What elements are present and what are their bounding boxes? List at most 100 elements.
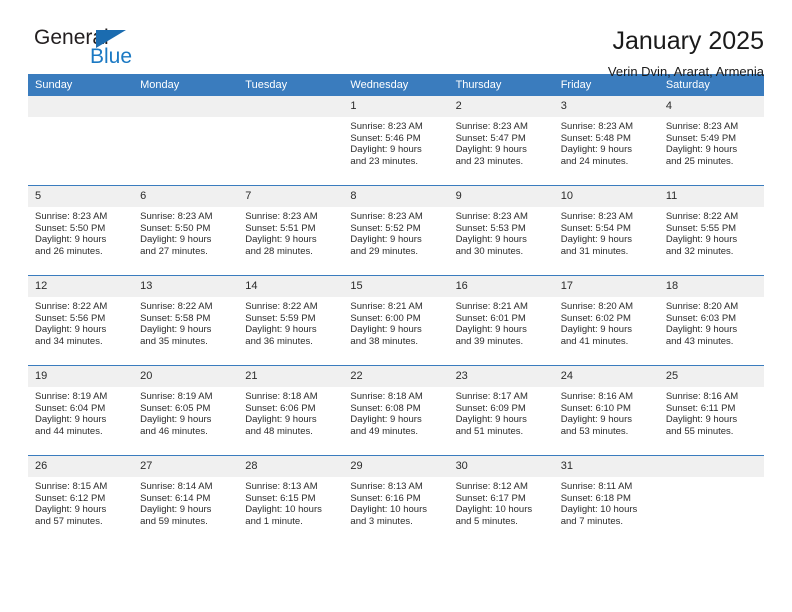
daylight-text-line2: and 27 minutes. xyxy=(140,245,208,257)
day-details: Sunrise: 8:11 AM Sunset: 6:18 PM Daylight:… xyxy=(554,477,659,527)
day-cell[interactable]: 9 Sunrise: 8:23 AM Sunset: 5:53 PM Daylight… xyxy=(448,185,554,276)
day-cell[interactable]: 19 Sunrise: 8:19 AM Sunset: 6:04 PM Dayligh… xyxy=(28,365,134,456)
day-cell-empty xyxy=(133,96,239,186)
day-cell[interactable]: 4 Sunrise: 8:23 AM Sunset: 5:49 PM Daylight… xyxy=(658,96,764,186)
day-cell[interactable]: 17 Sunrise: 8:20 AM Sunset: 6:02 PM Dayligh… xyxy=(553,275,659,366)
day-cell[interactable]: 20 Sunrise: 8:19 AM Sunset: 6:05 PM Dayligh… xyxy=(133,365,239,456)
sunrise-text: Sunrise: 8:13 AM xyxy=(350,481,423,492)
daylight-text-line1: Daylight: 9 hours xyxy=(140,324,212,336)
sunset-text: Sunset: 6:14 PM xyxy=(140,492,211,504)
day-cell[interactable]: 22 Sunrise: 8:18 AM Sunset: 6:08 PM Dayligh… xyxy=(343,365,449,456)
day-number: 19 xyxy=(28,366,134,387)
day-number: 7 xyxy=(238,186,344,207)
calendar-table: Sunday Monday Tuesday Wednesday Thursday… xyxy=(28,74,764,545)
sunset-text: Sunset: 6:17 PM xyxy=(455,492,526,504)
sunset-text: Sunset: 5:49 PM xyxy=(665,132,737,144)
day-number: 13 xyxy=(133,276,239,297)
day-details: Sunrise: 8:23 AM Sunset: 5:51 PM Daylight:… xyxy=(238,207,343,257)
sunset-text: Sunset: 5:51 PM xyxy=(245,222,316,234)
day-cell[interactable]: 28 Sunrise: 8:13 AM Sunset: 6:15 PM Dayligh… xyxy=(238,455,344,545)
day-cell[interactable]: 10 Sunrise: 8:23 AM Sunset: 5:54 PM Dayligh… xyxy=(553,185,659,276)
day-cell[interactable]: 16 Sunrise: 8:21 AM Sunset: 6:01 PM Dayligh… xyxy=(448,275,554,366)
sunrise-text: Sunrise: 8:23 AM xyxy=(455,211,528,222)
day-details: Sunrise: 8:18 AM Sunset: 6:06 PM Daylight:… xyxy=(238,387,343,437)
day-cell[interactable]: 25 Sunrise: 8:16 AM Sunset: 6:11 PM Dayligh… xyxy=(658,365,764,456)
day-number: 1 xyxy=(343,96,449,117)
daylight-text-line2: and 39 minutes. xyxy=(455,335,524,347)
day-cell[interactable]: 5 Sunrise: 8:23 AM Sunset: 5:50 PM Daylight… xyxy=(28,185,134,276)
day-cell[interactable]: 11 Sunrise: 8:22 AM Sunset: 5:55 PM Dayligh… xyxy=(658,185,764,276)
day-details: Sunrise: 8:19 AM Sunset: 6:05 PM Daylight:… xyxy=(133,387,238,437)
day-cell[interactable]: 7 Sunrise: 8:23 AM Sunset: 5:51 PM Daylight… xyxy=(238,185,344,276)
day-number: 15 xyxy=(343,276,449,297)
weekday-sunday: Sunday xyxy=(28,74,134,96)
daylight-text-line1: Daylight: 9 hours xyxy=(560,414,632,426)
sunset-text: Sunset: 6:12 PM xyxy=(35,492,106,504)
day-cell[interactable]: 6 Sunrise: 8:23 AM Sunset: 5:50 PM Daylight… xyxy=(133,185,239,276)
day-details: Sunrise: 8:23 AM Sunset: 5:50 PM Daylight:… xyxy=(28,207,133,257)
daylight-text-line1: Daylight: 9 hours xyxy=(665,234,738,246)
daylight-text-line1: Daylight: 10 hours xyxy=(245,504,322,516)
daylight-text-line1: Daylight: 9 hours xyxy=(560,234,632,246)
day-number: 26 xyxy=(28,456,134,477)
day-cell[interactable]: 29 Sunrise: 8:13 AM Sunset: 6:16 PM Dayligh… xyxy=(343,455,449,545)
weekday-monday: Monday xyxy=(133,74,239,96)
day-number: 3 xyxy=(553,96,659,117)
day-cell[interactable]: 24 Sunrise: 8:16 AM Sunset: 6:10 PM Dayligh… xyxy=(553,365,659,456)
day-cell[interactable]: 30 Sunrise: 8:12 AM Sunset: 6:17 PM Dayligh… xyxy=(448,455,554,545)
day-cell[interactable]: 27 Sunrise: 8:14 AM Sunset: 6:14 PM Dayligh… xyxy=(133,455,239,545)
daylight-text-line1: Daylight: 9 hours xyxy=(665,414,738,426)
daylight-text-line2: and 53 minutes. xyxy=(560,425,629,437)
sunset-text: Sunset: 5:55 PM xyxy=(665,222,737,234)
sunrise-text: Sunrise: 8:22 AM xyxy=(35,301,108,312)
daylight-text-line2: and 3 minutes. xyxy=(350,515,413,527)
day-cell[interactable]: 18 Sunrise: 8:20 AM Sunset: 6:03 PM Dayligh… xyxy=(658,275,764,366)
day-number: 28 xyxy=(238,456,344,477)
general-blue-logo[interactable]: General Blue xyxy=(28,26,168,74)
day-details: Sunrise: 8:22 AM Sunset: 5:55 PM Daylight:… xyxy=(659,207,764,257)
day-cell[interactable]: 26 Sunrise: 8:15 AM Sunset: 6:12 PM Dayligh… xyxy=(28,455,134,545)
day-number: 4 xyxy=(658,96,764,117)
day-number: 27 xyxy=(133,456,239,477)
day-cell[interactable]: 21 Sunrise: 8:18 AM Sunset: 6:06 PM Dayligh… xyxy=(238,365,344,456)
sunrise-text: Sunrise: 8:22 AM xyxy=(245,301,318,312)
day-details: Sunrise: 8:22 AM Sunset: 5:59 PM Daylight:… xyxy=(238,297,343,347)
day-cell[interactable]: 14 Sunrise: 8:22 AM Sunset: 5:59 PM Dayligh… xyxy=(238,275,344,366)
day-cell[interactable]: 3 Sunrise: 8:23 AM Sunset: 5:48 PM Daylight… xyxy=(553,96,659,186)
day-cell[interactable]: 2 Sunrise: 8:23 AM Sunset: 5:47 PM Daylight… xyxy=(448,96,554,186)
daylight-text-line1: Daylight: 9 hours xyxy=(140,414,212,426)
day-cell[interactable]: 8 Sunrise: 8:23 AM Sunset: 5:52 PM Daylight… xyxy=(343,185,449,276)
day-details: Sunrise: 8:13 AM Sunset: 6:16 PM Daylight:… xyxy=(343,477,448,527)
day-details: Sunrise: 8:21 AM Sunset: 6:01 PM Daylight:… xyxy=(449,297,554,347)
day-number: 22 xyxy=(343,366,449,387)
day-cell[interactable]: 12 Sunrise: 8:22 AM Sunset: 5:56 PM Dayligh… xyxy=(28,275,134,366)
daylight-text-line1: Daylight: 9 hours xyxy=(140,504,212,516)
sunset-text: Sunset: 5:53 PM xyxy=(455,222,526,234)
day-cell[interactable]: 23 Sunrise: 8:17 AM Sunset: 6:09 PM Dayligh… xyxy=(448,365,554,456)
daylight-text-line2: and 32 minutes. xyxy=(665,245,734,257)
sunset-text: Sunset: 5:46 PM xyxy=(350,132,421,144)
day-cell[interactable]: 13 Sunrise: 8:22 AM Sunset: 5:58 PM Dayligh… xyxy=(133,275,239,366)
sunrise-text: Sunrise: 8:20 AM xyxy=(665,301,739,312)
day-cell[interactable]: 15 Sunrise: 8:21 AM Sunset: 6:00 PM Dayligh… xyxy=(343,275,449,366)
daylight-text-line2: and 35 minutes. xyxy=(140,335,208,347)
daylight-text-line1: Daylight: 9 hours xyxy=(455,414,527,426)
daylight-text-line2: and 34 minutes. xyxy=(35,335,103,347)
daylight-text-line1: Daylight: 9 hours xyxy=(560,144,632,156)
day-cell[interactable]: 31 Sunrise: 8:11 AM Sunset: 6:18 PM Dayligh… xyxy=(553,455,659,545)
day-number: 11 xyxy=(658,186,764,207)
daylight-text-line1: Daylight: 10 hours xyxy=(560,504,638,516)
daylight-text-line2: and 46 minutes. xyxy=(140,425,208,437)
day-number: 8 xyxy=(343,186,449,207)
day-details: Sunrise: 8:14 AM Sunset: 6:14 PM Daylight:… xyxy=(133,477,238,527)
weekday-wednesday: Wednesday xyxy=(343,74,449,96)
daylight-text-line2: and 30 minutes. xyxy=(455,245,524,257)
day-number xyxy=(28,96,134,117)
sunset-text: Sunset: 5:50 PM xyxy=(35,222,106,234)
sunset-text: Sunset: 5:56 PM xyxy=(35,312,106,324)
day-cell[interactable]: 1 Sunrise: 8:23 AM Sunset: 5:46 PM Daylight… xyxy=(343,96,449,186)
daylight-text-line1: Daylight: 9 hours xyxy=(455,234,527,246)
day-details: Sunrise: 8:12 AM Sunset: 6:17 PM Daylight:… xyxy=(449,477,554,527)
day-number: 23 xyxy=(448,366,554,387)
daylight-text-line2: and 31 minutes. xyxy=(560,245,629,257)
